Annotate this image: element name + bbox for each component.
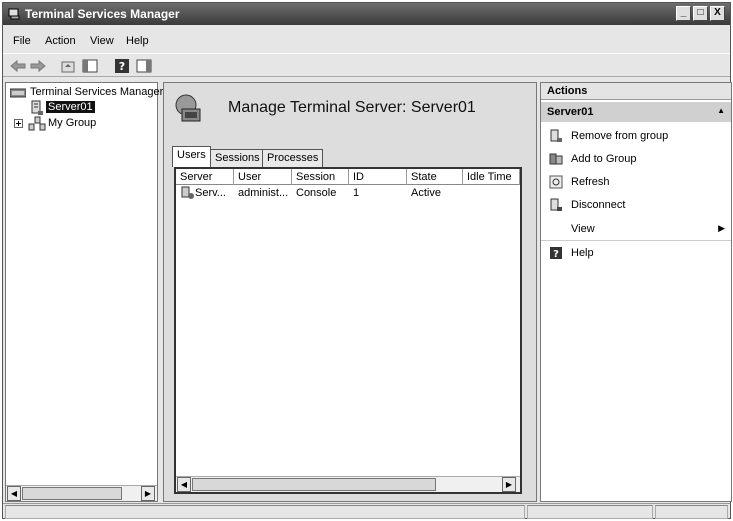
- refresh-icon: [549, 175, 563, 189]
- menu-action[interactable]: Action: [45, 35, 76, 47]
- tree-horizontal-scrollbar[interactable]: ◀ ▶: [6, 485, 157, 501]
- help-icon[interactable]: ?: [113, 58, 131, 74]
- tree-root-label: Terminal Services Manager: [30, 86, 164, 98]
- status-bar: [3, 503, 730, 519]
- actions-section-header[interactable]: Server01 ▲: [541, 102, 731, 122]
- action-add-to-group[interactable]: Add to Group: [541, 149, 731, 171]
- collapse-up-icon[interactable]: ▲: [717, 106, 725, 115]
- cell-idle: [463, 185, 471, 189]
- help-icon: ?: [550, 247, 562, 260]
- tab-sessions[interactable]: Sessions: [210, 149, 265, 167]
- page-title: Manage Terminal Server: Server01: [228, 99, 476, 116]
- tree-server-label: Server01: [46, 101, 95, 113]
- scroll-thumb[interactable]: [192, 478, 436, 491]
- scroll-left-icon[interactable]: ◀: [7, 486, 21, 501]
- cell-server: Serv...: [195, 187, 226, 199]
- action-label: Disconnect: [571, 199, 626, 211]
- list-horizontal-scrollbar[interactable]: ◀ ▶: [176, 476, 520, 492]
- disconnect-icon: [550, 198, 562, 211]
- svg-text:?: ?: [553, 249, 559, 260]
- minimize-button[interactable]: _: [676, 6, 691, 21]
- maximize-button[interactable]: □: [693, 6, 708, 21]
- console-tree: Terminal Services Manager Server01 My Gr…: [5, 82, 163, 502]
- status-segment-3: [655, 505, 728, 519]
- column-server[interactable]: Server: [176, 169, 234, 185]
- server-icon: [31, 100, 43, 115]
- up-folder-icon[interactable]: [59, 58, 77, 74]
- toolbar: ?: [3, 53, 730, 77]
- show-hide-tree-icon[interactable]: [81, 58, 99, 74]
- action-view[interactable]: View ▶: [541, 219, 731, 241]
- scroll-left-icon[interactable]: ◀: [177, 477, 191, 492]
- table-row[interactable]: Serv... administ... Console 1 Active: [176, 185, 520, 201]
- show-hide-action-pane-icon[interactable]: [135, 58, 153, 74]
- users-list: Server User Session ID State Idle Time S…: [174, 167, 522, 494]
- menu-help[interactable]: Help: [126, 35, 149, 47]
- action-label: Refresh: [571, 176, 610, 188]
- svg-text:?: ?: [119, 60, 125, 73]
- forward-arrow-icon[interactable]: [29, 58, 47, 74]
- group-add-icon: [549, 153, 563, 165]
- menu-bar: File Action View Help: [3, 31, 730, 51]
- actions-pane: Actions Server01 ▲ Remove from group Add…: [540, 82, 732, 502]
- actions-section-label: Server01: [547, 106, 594, 118]
- close-button[interactable]: X: [710, 6, 725, 21]
- column-user[interactable]: User: [234, 169, 292, 185]
- app-icon: [8, 8, 20, 20]
- action-help[interactable]: ? Help: [541, 243, 731, 265]
- action-label: Remove from group: [571, 130, 669, 142]
- list-header: Server User Session ID State Idle Time: [176, 169, 520, 185]
- menu-view[interactable]: View: [90, 35, 114, 47]
- cell-id: 1: [353, 187, 360, 199]
- terminal-server-icon: [175, 94, 201, 122]
- cell-state: Active: [411, 187, 441, 199]
- scroll-right-icon[interactable]: ▶: [502, 477, 516, 492]
- cell-session: Console: [296, 187, 337, 199]
- status-segment-2: [527, 505, 653, 519]
- expand-plus-icon[interactable]: [14, 119, 23, 128]
- main-window: Terminal Services Manager _ □ X File Act…: [2, 2, 732, 519]
- cell-user: administ...: [238, 187, 289, 199]
- action-refresh[interactable]: Refresh: [541, 172, 731, 194]
- title-bar[interactable]: Terminal Services Manager _ □ X: [3, 3, 730, 25]
- tab-processes[interactable]: Processes: [262, 149, 324, 167]
- actions-heading: Actions: [541, 83, 731, 100]
- group-icon: [28, 116, 46, 131]
- action-remove-from-group[interactable]: Remove from group: [541, 126, 731, 148]
- result-pane: Manage Terminal Server: Server01 Users S…: [163, 82, 537, 502]
- back-arrow-icon[interactable]: [9, 58, 27, 74]
- tsm-icon: [10, 88, 26, 98]
- window-title: Terminal Services Manager: [25, 7, 180, 21]
- column-id[interactable]: ID: [349, 169, 407, 185]
- action-label: Add to Group: [571, 153, 637, 165]
- tab-users[interactable]: Users: [172, 146, 211, 167]
- scroll-thumb[interactable]: [22, 487, 122, 500]
- tree-group-label: My Group: [48, 117, 97, 129]
- server-remove-icon: [550, 129, 562, 142]
- scroll-right-icon[interactable]: ▶: [141, 486, 155, 501]
- column-state[interactable]: State: [407, 169, 463, 185]
- column-session[interactable]: Session: [292, 169, 349, 185]
- menu-file[interactable]: File: [13, 35, 31, 47]
- action-disconnect[interactable]: Disconnect: [541, 195, 731, 217]
- column-idle-time[interactable]: Idle Time: [463, 169, 520, 185]
- action-label: View: [571, 223, 595, 235]
- status-segment-main: [5, 505, 525, 519]
- submenu-arrow-icon: ▶: [718, 223, 725, 233]
- action-label: Help: [571, 247, 594, 259]
